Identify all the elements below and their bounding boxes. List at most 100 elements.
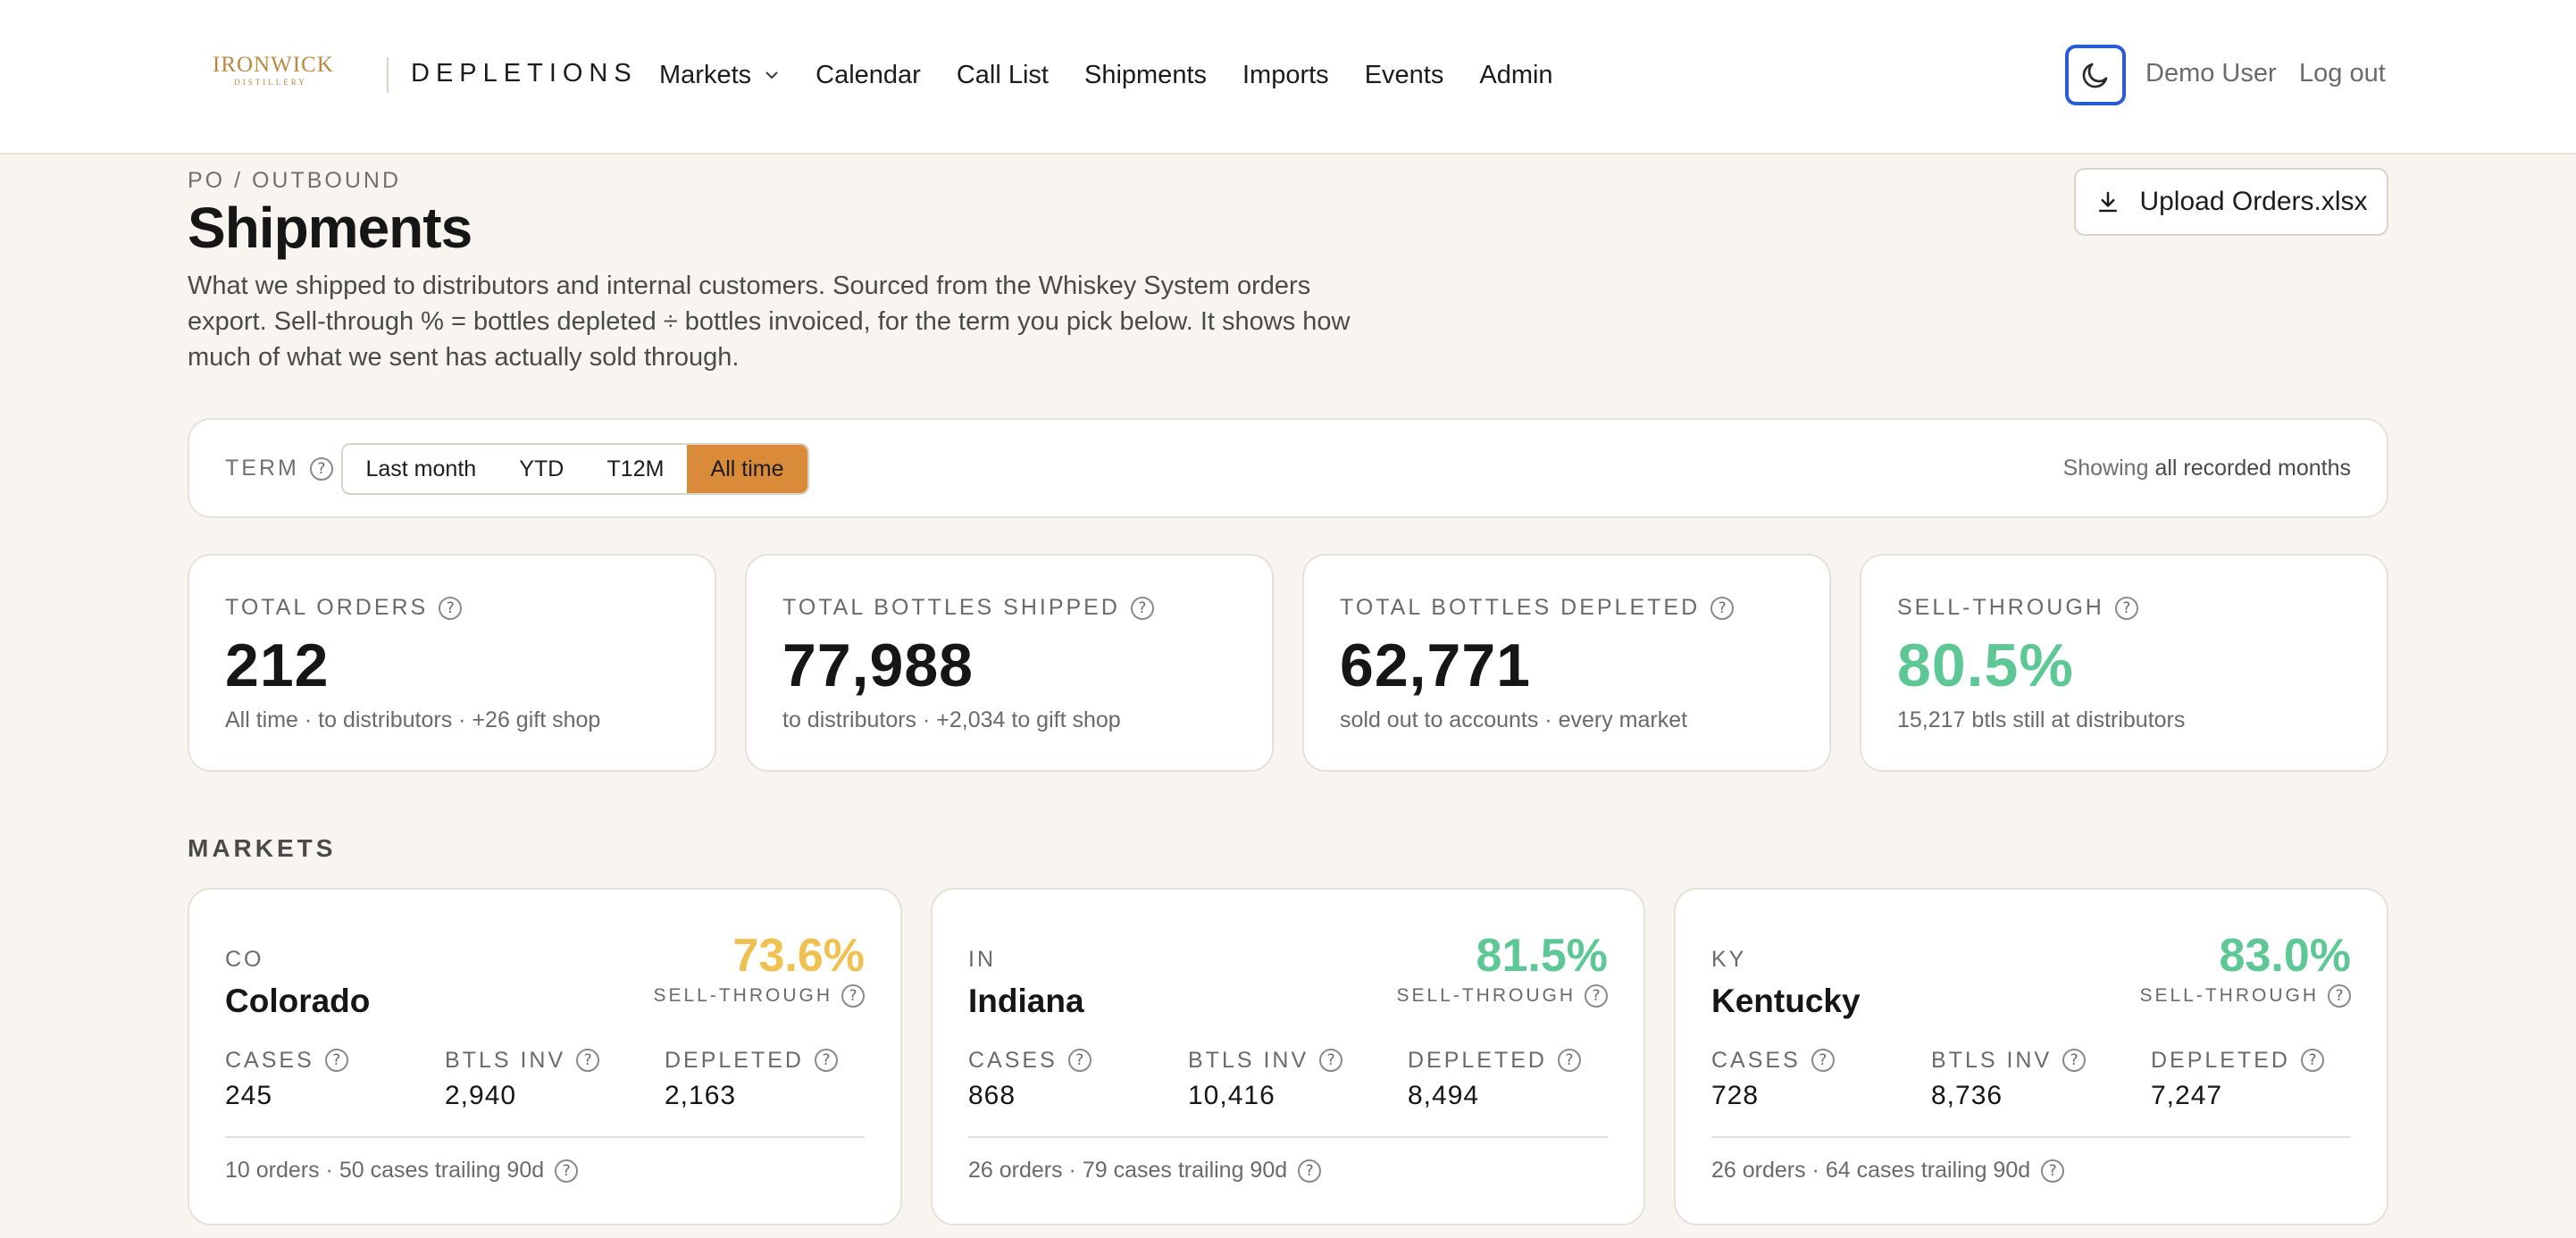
- market-footer-text: 26 orders · 79 cases trailing 90d: [968, 1158, 1288, 1183]
- help-icon[interactable]: ?: [841, 984, 865, 1008]
- page-description: What we shipped to distributors and inte…: [188, 272, 1351, 372]
- btls-inv-value: 2,940: [445, 1081, 517, 1110]
- help-icon[interactable]: ?: [1319, 1049, 1343, 1072]
- depleted-value: 8,494: [1408, 1081, 1480, 1110]
- btls-inv-value: 8,736: [1931, 1081, 2003, 1110]
- btls-inv-header-text: BTLS INV: [445, 1047, 566, 1073]
- user-name[interactable]: Demo User: [2145, 59, 2277, 88]
- nav-events[interactable]: Events: [1365, 57, 1444, 93]
- chevron-down-icon: [765, 71, 778, 79]
- market-footer-text: 26 orders · 64 cases trailing 90d: [1711, 1158, 2031, 1183]
- stat-label-text: TOTAL ORDERS: [225, 595, 429, 620]
- stat-note: 15,217 btls still at distributors: [1897, 707, 2186, 732]
- market-card-kentucky[interactable]: KY Kentucky 83.0% SELL-THROUGH? CASES? 7…: [1674, 888, 2388, 1225]
- stat-label: TOTAL BOTTLES DEPLETED?: [1340, 595, 1735, 621]
- cases-header: CASES?: [225, 1047, 348, 1074]
- cases-column: CASES? 245: [225, 1047, 348, 1111]
- term-label: TERM: [225, 456, 299, 481]
- help-icon[interactable]: ?: [2328, 984, 2351, 1008]
- help-icon[interactable]: ?: [309, 456, 333, 481]
- card-divider: [1711, 1136, 2351, 1138]
- markets-heading: MARKETS: [188, 834, 337, 862]
- stat-card-sell-through: SELL-THROUGH? 80.5% 15,217 btls still at…: [1860, 554, 2388, 772]
- stat-value: 80.5%: [1897, 632, 2074, 699]
- market-footer: 10 orders · 50 cases trailing 90d?: [225, 1158, 579, 1184]
- help-icon[interactable]: ?: [439, 596, 463, 620]
- cases-header-text: CASES: [968, 1047, 1058, 1073]
- cases-column: CASES? 728: [1711, 1047, 1835, 1111]
- stat-card-bottles-depleted: TOTAL BOTTLES DEPLETED? 62,771 sold out …: [1302, 554, 1831, 772]
- nav-calendar[interactable]: Calendar: [815, 57, 921, 93]
- btls-inv-column: BTLS INV? 2,940: [445, 1047, 600, 1111]
- help-icon[interactable]: ?: [1298, 1159, 1322, 1183]
- market-card-colorado[interactable]: CO Colorado 73.6% SELL-THROUGH? CASES? 2…: [188, 888, 902, 1225]
- nav-admin[interactable]: Admin: [1479, 57, 1552, 93]
- term-label-group: TERM ?: [225, 456, 333, 481]
- help-icon[interactable]: ?: [2114, 596, 2138, 620]
- upload-orders-button[interactable]: Upload Orders.xlsx: [2074, 168, 2388, 236]
- market-code: IN: [968, 947, 996, 972]
- logout-link[interactable]: Log out: [2299, 59, 2386, 88]
- logo-sub-text: DISTILLERY: [234, 78, 307, 87]
- brand-logo[interactable]: IRONWICK DISTILLERY: [213, 53, 334, 93]
- btls-inv-header: BTLS INV?: [1188, 1047, 1343, 1074]
- market-sell-through-value: 73.6%: [732, 930, 865, 982]
- depleted-header-text: DEPLETED: [2151, 1047, 2290, 1073]
- depleted-value: 2,163: [665, 1081, 737, 1110]
- market-card-indiana[interactable]: IN Indiana 81.5% SELL-THROUGH? CASES? 86…: [931, 888, 1645, 1225]
- help-icon[interactable]: ?: [1130, 596, 1154, 620]
- cases-value: 868: [968, 1081, 1016, 1110]
- nav-imports[interactable]: Imports: [1242, 57, 1329, 93]
- help-icon[interactable]: ?: [1585, 984, 1608, 1008]
- stat-label: SELL-THROUGH?: [1897, 595, 2138, 621]
- stat-label-text: TOTAL BOTTLES DEPLETED: [1340, 595, 1701, 620]
- help-icon[interactable]: ?: [555, 1159, 579, 1183]
- sell-through-label: SELL-THROUGH?: [2139, 984, 2351, 1008]
- btls-inv-header: BTLS INV?: [1931, 1047, 2087, 1074]
- depleted-column: DEPLETED? 8,494: [1408, 1047, 1581, 1111]
- help-icon[interactable]: ?: [1710, 596, 1735, 620]
- showing-status: Showing all recorded months: [2063, 456, 2351, 481]
- help-icon[interactable]: ?: [2041, 1159, 2065, 1183]
- market-code: CO: [225, 947, 264, 972]
- term-option-last-month[interactable]: Last month: [343, 445, 499, 493]
- stat-note: to distributors · +2,034 to gift shop: [782, 707, 1121, 732]
- stat-value: 212: [225, 632, 330, 699]
- market-name: Indiana: [968, 983, 1084, 1019]
- nav-call-list[interactable]: Call List: [957, 57, 1049, 93]
- help-icon[interactable]: ?: [324, 1049, 348, 1072]
- btls-inv-header-text: BTLS INV: [1188, 1047, 1309, 1073]
- help-icon[interactable]: ?: [1811, 1049, 1835, 1072]
- market-name: Colorado: [225, 983, 371, 1019]
- main-nav: Markets Calendar Call List Shipments Imp…: [659, 57, 1589, 93]
- logo-brand-text: IRONWICK: [213, 53, 334, 77]
- help-icon[interactable]: ?: [1557, 1049, 1581, 1072]
- stat-label: TOTAL BOTTLES SHIPPED?: [782, 595, 1154, 621]
- help-icon[interactable]: ?: [2300, 1049, 2324, 1072]
- help-icon[interactable]: ?: [576, 1049, 600, 1072]
- btls-inv-header-text: BTLS INV: [1931, 1047, 2053, 1073]
- market-footer-text: 10 orders · 50 cases trailing 90d: [225, 1158, 545, 1183]
- depleted-header-text: DEPLETED: [665, 1047, 804, 1073]
- stat-label: TOTAL ORDERS?: [225, 595, 463, 621]
- market-code: KY: [1711, 947, 1747, 972]
- market-sell-through-value: 81.5%: [1476, 930, 1608, 982]
- depleted-header: DEPLETED?: [1408, 1047, 1581, 1074]
- help-icon[interactable]: ?: [2062, 1049, 2087, 1072]
- sell-through-label-text: SELL-THROUGH: [653, 985, 832, 1006]
- theme-toggle-button[interactable]: [2065, 45, 2126, 105]
- market-name: Kentucky: [1711, 983, 1861, 1019]
- stat-label-text: TOTAL BOTTLES SHIPPED: [782, 595, 1120, 620]
- term-option-t12m[interactable]: T12M: [584, 445, 687, 493]
- help-icon[interactable]: ?: [814, 1049, 838, 1072]
- nav-shipments[interactable]: Shipments: [1084, 57, 1207, 93]
- term-option-all-time[interactable]: All time: [687, 445, 807, 493]
- stat-note: sold out to accounts · every market: [1340, 707, 1688, 732]
- term-filter-bar: TERM ? Last month YTD T12M All time Show…: [188, 418, 2388, 518]
- btls-inv-column: BTLS INV? 10,416: [1188, 1047, 1343, 1111]
- term-option-ytd[interactable]: YTD: [499, 445, 584, 493]
- card-divider: [968, 1136, 1608, 1138]
- help-icon[interactable]: ?: [1067, 1049, 1091, 1072]
- nav-markets[interactable]: Markets: [659, 57, 780, 93]
- stat-note: All time · to distributors · +26 gift sh…: [225, 707, 601, 732]
